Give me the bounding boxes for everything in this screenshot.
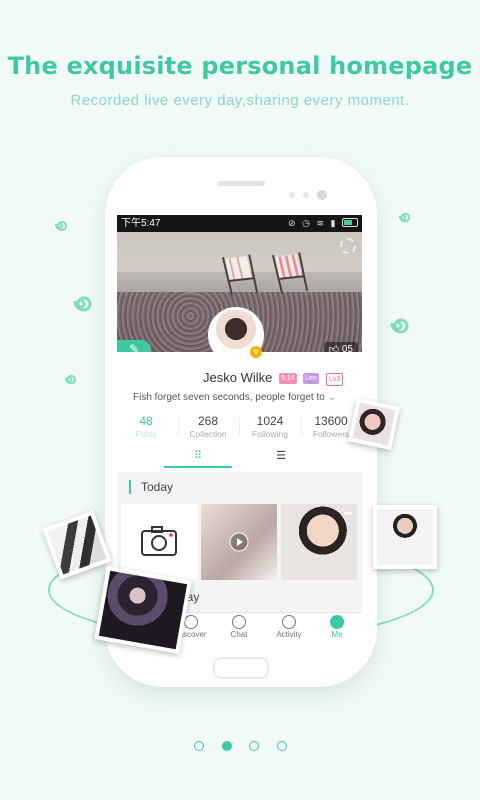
floating-photo — [373, 505, 437, 569]
chevron-down-icon: ⌄ — [327, 392, 336, 403]
stats-row: 48 Posts 268 Collection 1024 Following 1… — [117, 414, 362, 440]
phone-camera — [317, 190, 327, 200]
swirl-icon — [55, 221, 67, 232]
phone-speaker — [217, 181, 265, 186]
stat-value: 1024 — [256, 414, 284, 428]
swirl-icon — [64, 374, 77, 385]
stat-label: Collection — [189, 429, 227, 439]
phone-sensor — [303, 192, 309, 198]
view-tabs: ⠿ ☰ — [117, 446, 362, 468]
photo-image — [352, 402, 396, 446]
photo-image — [98, 570, 188, 650]
heart-icon — [282, 615, 296, 629]
stat-value: 268 — [197, 414, 219, 428]
phone-sensor — [289, 192, 295, 198]
status-time: 下午5:47 — [121, 218, 161, 229]
settings-gear-icon[interactable] — [340, 238, 356, 254]
phone-home-button — [213, 657, 269, 679]
chat-icon — [232, 615, 246, 629]
floating-photo — [94, 566, 192, 654]
person-icon — [330, 615, 344, 629]
zodiac-tag: Leo — [303, 373, 319, 384]
camera-icon — [141, 526, 177, 556]
signal-icon: ▮ — [330, 218, 338, 228]
status-icons: ⊘ ◷ ≋ ▮ — [288, 215, 358, 232]
verified-badge: v — [250, 346, 262, 358]
list-view-tab[interactable]: ☰ — [247, 446, 315, 466]
grid-view-tab[interactable]: ⠿ — [164, 446, 232, 468]
share-icon[interactable]: ➦ — [343, 506, 353, 520]
wifi-icon: ≋ — [316, 218, 327, 228]
today-header: Today — [129, 480, 173, 494]
grid-icon: ⠿ — [193, 450, 203, 462]
bio-text: Fish forget seven seconds, people forget… — [133, 392, 325, 403]
stat-value: 48 — [139, 414, 153, 428]
photo-thumbnail[interactable]: ➦ — [281, 504, 357, 580]
battery-icon — [342, 218, 358, 227]
stat-collection[interactable]: 268 Collection — [179, 414, 237, 439]
bio[interactable]: Fish forget seven seconds, people forget… — [133, 392, 336, 403]
alarm-icon: ◷ — [302, 218, 312, 228]
profile-card: Jesko Wilke 9.14 Leo Lv3 Fish forget sev… — [117, 352, 362, 472]
thumbs-up-icon: 👍︎ — [328, 344, 342, 352]
list-icon: ☰ — [276, 450, 286, 462]
swirl-icon — [390, 318, 409, 334]
page-dot-active[interactable] — [222, 741, 232, 751]
page-dot[interactable] — [194, 741, 204, 751]
tab-me[interactable]: Me — [315, 615, 359, 639]
page-dot[interactable] — [249, 741, 259, 751]
swirl-icon — [398, 212, 411, 223]
tab-chat[interactable]: Chat — [217, 615, 261, 639]
edit-profile-button[interactable]: ✎ — [117, 340, 151, 352]
floating-photo — [347, 397, 401, 451]
photo-thumbnail[interactable] — [201, 504, 277, 580]
play-icon — [229, 532, 249, 552]
likes-button[interactable]: 👍︎ 05 — [323, 342, 358, 352]
tab-label: Chat — [230, 630, 248, 639]
stat-following[interactable]: 1024 Following — [241, 414, 299, 439]
tab-label: Activity — [276, 630, 302, 639]
level-tag: Lv3 — [326, 373, 344, 386]
page-dot[interactable] — [277, 741, 287, 751]
headline: The exquisite personal homepage — [7, 52, 473, 80]
divider — [239, 418, 240, 436]
tab-activity[interactable]: Activity — [267, 615, 311, 639]
mute-icon: ⊘ — [288, 218, 298, 228]
pencil-icon: ✎ — [128, 342, 140, 352]
page-indicator — [0, 741, 480, 755]
stat-posts[interactable]: 48 Posts — [117, 414, 175, 439]
status-bar: 下午5:47 ⊘ ◷ ≋ ▮ — [117, 215, 362, 232]
swirl-icon — [73, 296, 92, 312]
subheadline: Recorded live every day,sharing every mo… — [70, 92, 410, 109]
likes-count: 05 — [341, 344, 353, 352]
stat-label: Following — [252, 429, 288, 439]
beach-chair-image — [221, 254, 259, 296]
beach-chair-image — [271, 252, 309, 294]
birthday-tag: 9.14 — [279, 373, 297, 384]
compass-icon — [184, 615, 198, 629]
photo-image — [377, 509, 433, 565]
add-photo-button[interactable] — [121, 504, 197, 580]
photo-image — [47, 515, 107, 575]
stat-label: Posts — [135, 429, 157, 439]
tab-label: Me — [331, 630, 343, 639]
username: Jesko Wilke — [203, 370, 273, 385]
